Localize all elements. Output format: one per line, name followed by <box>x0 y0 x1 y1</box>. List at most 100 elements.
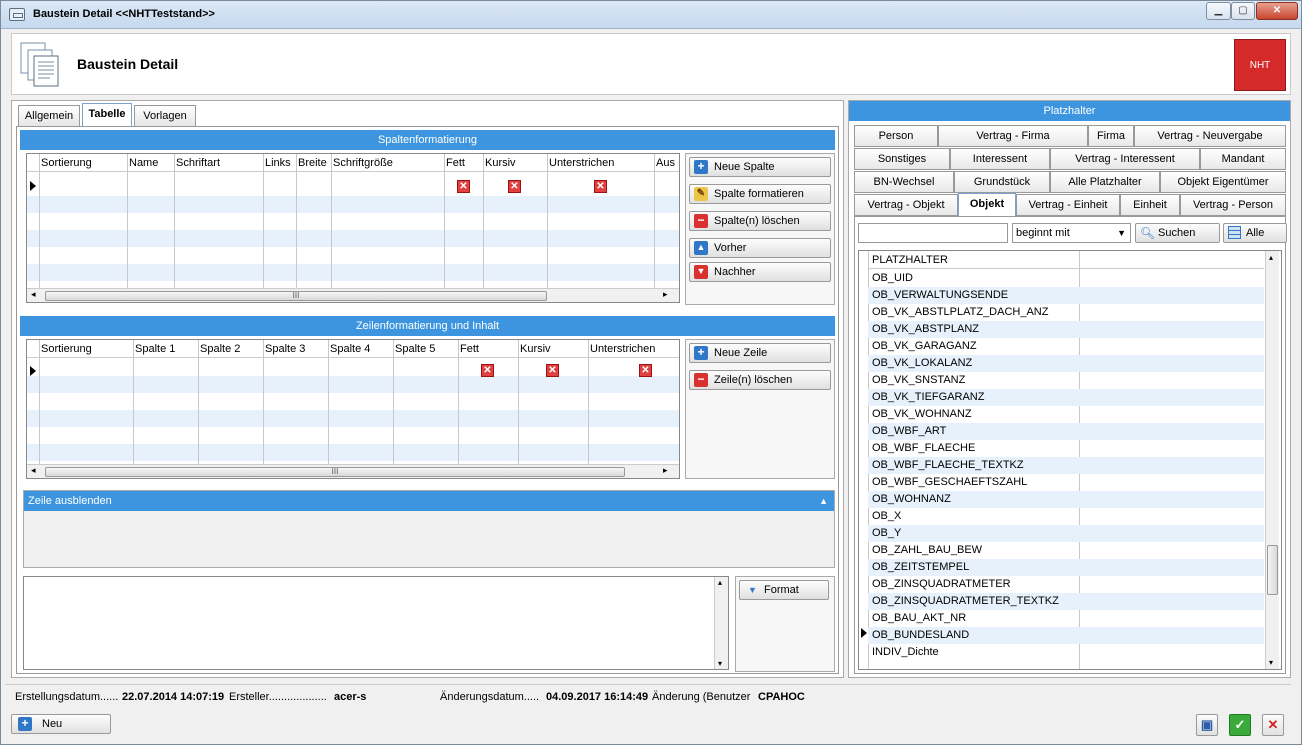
vorher-button[interactable]: ▲ Vorher <box>689 238 831 258</box>
format-button[interactable]: ▼ Format <box>739 580 829 600</box>
list-item[interactable]: OB_VK_LOKALANZ <box>868 355 1264 372</box>
col-header[interactable]: Links <box>265 157 291 169</box>
tab-interessent[interactable]: Interessent <box>950 148 1050 170</box>
spalten-hscrollbar[interactable]: ◂ III ▸ <box>27 288 679 302</box>
tab-alle-platzhalter[interactable]: Alle Platzhalter <box>1050 171 1160 193</box>
col-header[interactable]: Unterstrichen <box>549 157 614 169</box>
col-header[interactable]: Kursiv <box>520 343 551 355</box>
list-item[interactable]: OB_VK_ABSTPLANZ <box>868 321 1264 338</box>
scroll-left-icon[interactable]: ◂ <box>31 289 36 300</box>
list-item[interactable]: OB_Y <box>868 525 1264 542</box>
list-item[interactable]: OB_VK_TIEFGARANZ <box>868 389 1264 406</box>
tab-vertrag-person[interactable]: Vertrag - Person <box>1180 194 1286 216</box>
tab-vertrag-firma[interactable]: Vertrag - Firma <box>938 125 1088 147</box>
tab-objekt-eigentuemer[interactable]: Objekt Eigentümer <box>1160 171 1286 193</box>
platzhalter-list[interactable]: PLATZHALTER OB_UID OB_VERWALTUNGSENDE OB_V… <box>858 250 1282 670</box>
col-header[interactable]: Spalte 4 <box>330 343 370 355</box>
spalten-grid[interactable]: Sortierung Name Schriftart Links Breite … <box>26 153 680 303</box>
unterstrichen-checkbox-icon[interactable]: ✕ <box>594 180 607 193</box>
list-item[interactable]: OB_VK_WOHNANZ <box>868 406 1264 423</box>
list-item[interactable]: OB_ZAHL_BAU_BEW <box>868 542 1264 559</box>
list-item[interactable]: OB_WBF_FLAECHE <box>868 440 1264 457</box>
tab-person[interactable]: Person <box>854 125 938 147</box>
search-input[interactable] <box>858 223 1008 243</box>
scroll-right-icon[interactable]: ▸ <box>663 289 668 300</box>
list-vscrollbar[interactable]: ▴ ▾ <box>1265 251 1279 669</box>
tab-vorlagen[interactable]: Vorlagen <box>134 105 196 127</box>
scroll-up-icon[interactable]: ▴ <box>718 578 722 587</box>
list-item[interactable]: OB_ZINSQUADRATMETER_TEXTKZ <box>868 593 1264 610</box>
col-header[interactable]: Spalte 1 <box>135 343 175 355</box>
col-header[interactable]: Spalte 3 <box>265 343 305 355</box>
scroll-thumb[interactable]: III <box>45 467 625 477</box>
col-header[interactable]: Kursiv <box>485 157 516 169</box>
tab-vertrag-einheit[interactable]: Vertrag - Einheit <box>1016 194 1120 216</box>
list-item[interactable]: INDIV_Dichte <box>868 644 1264 661</box>
tab-vertrag-interessent[interactable]: Vertrag - Interessent <box>1050 148 1200 170</box>
col-header[interactable]: Fett <box>460 343 479 355</box>
list-item[interactable]: OB_UID <box>868 270 1264 287</box>
fett-checkbox-icon[interactable]: ✕ <box>481 364 494 377</box>
restore-button[interactable]: ▢ <box>1231 2 1255 20</box>
col-header[interactable]: Spalte 5 <box>395 343 435 355</box>
tab-bn-wechsel[interactable]: BN-Wechsel <box>854 171 954 193</box>
scroll-down-icon[interactable]: ▾ <box>1269 658 1273 667</box>
list-item[interactable]: OB_WOHNANZ <box>868 491 1264 508</box>
kursiv-checkbox-icon[interactable]: ✕ <box>508 180 521 193</box>
scroll-thumb[interactable]: III <box>45 291 547 301</box>
textarea-vscrollbar[interactable]: ▴ ▾ <box>714 577 728 669</box>
neue-zeile-button[interactable]: + Neue Zeile <box>689 343 831 363</box>
minimize-button[interactable]: ▁ <box>1206 2 1231 20</box>
tab-allgemein[interactable]: Allgemein <box>18 105 80 127</box>
list-item[interactable]: OB_WBF_FLAECHE_TEXTKZ <box>868 457 1264 474</box>
scroll-left-icon[interactable]: ◂ <box>31 465 36 476</box>
column-header[interactable]: PLATZHALTER <box>872 254 948 266</box>
content-textarea[interactable]: ▴ ▾ <box>23 576 729 670</box>
list-item[interactable]: OB_VERWALTUNGSENDE <box>868 287 1264 304</box>
col-header[interactable]: Fett <box>446 157 465 169</box>
zeilen-grid[interactable]: Sortierung Spalte 1 Spalte 2 Spalte 3 Sp… <box>26 339 680 479</box>
col-header[interactable]: Name <box>129 157 158 169</box>
neue-spalte-button[interactable]: + Neue Spalte <box>689 157 831 177</box>
list-item[interactable]: OB_VK_SNSTANZ <box>868 372 1264 389</box>
zeilen-hscrollbar[interactable]: ◂ III ▸ <box>27 464 679 478</box>
zeile-loeschen-button[interactable]: − Zeile(n) löschen <box>689 370 831 390</box>
unterstrichen-checkbox-icon[interactable]: ✕ <box>639 364 652 377</box>
close-button[interactable]: ✕ <box>1256 2 1298 20</box>
list-item[interactable]: OB_X <box>868 508 1264 525</box>
tab-firma[interactable]: Firma <box>1088 125 1134 147</box>
tab-sonstiges[interactable]: Sonstiges <box>854 148 950 170</box>
col-header[interactable]: Sortierung <box>41 157 92 169</box>
col-header[interactable]: Schriftart <box>176 157 220 169</box>
scroll-down-icon[interactable]: ▾ <box>718 659 722 668</box>
tab-grundstueck[interactable]: Grundstück <box>954 171 1050 193</box>
tab-einheit[interactable]: Einheit <box>1120 194 1180 216</box>
list-item[interactable]: OB_BAU_AKT_NR <box>868 610 1264 627</box>
scroll-right-icon[interactable]: ▸ <box>663 465 668 476</box>
fett-checkbox-icon[interactable]: ✕ <box>457 180 470 193</box>
window-menu-icon[interactable] <box>9 8 25 21</box>
scroll-up-icon[interactable]: ▴ <box>1269 253 1273 262</box>
save-button[interactable]: ▣ <box>1196 714 1218 736</box>
col-header[interactable]: Schriftgröße <box>333 157 393 169</box>
match-mode-select[interactable]: beginnt mit ▼ <box>1012 223 1131 243</box>
scroll-thumb[interactable] <box>1267 545 1278 595</box>
cancel-button[interactable]: ✕ <box>1262 714 1284 736</box>
list-item[interactable]: OB_VK_GARAGANZ <box>868 338 1264 355</box>
ok-button[interactable]: ✓ <box>1229 714 1251 736</box>
collapse-icon[interactable]: ▲ <box>819 491 828 511</box>
search-button[interactable]: 🔍︎ Suchen <box>1135 223 1220 243</box>
list-item[interactable]: OB_BUNDESLAND <box>868 627 1264 644</box>
list-item[interactable]: OB_ZEITSTEMPEL <box>868 559 1264 576</box>
nachher-button[interactable]: ▼ Nachher <box>689 262 831 282</box>
tab-vertrag-objekt[interactable]: Vertrag - Objekt <box>854 194 958 216</box>
col-header[interactable]: Breite <box>298 157 327 169</box>
col-header[interactable]: Spalte 2 <box>200 343 240 355</box>
list-item[interactable]: OB_WBF_GESCHAEFTSZAHL <box>868 474 1264 491</box>
tab-tabelle[interactable]: Tabelle <box>82 103 132 126</box>
tab-objekt[interactable]: Objekt <box>958 193 1016 216</box>
neu-button[interactable]: + Neu <box>11 714 111 734</box>
alle-button[interactable]: Alle <box>1223 223 1287 243</box>
spalte-loeschen-button[interactable]: − Spalte(n) löschen <box>689 211 831 231</box>
kursiv-checkbox-icon[interactable]: ✕ <box>546 364 559 377</box>
